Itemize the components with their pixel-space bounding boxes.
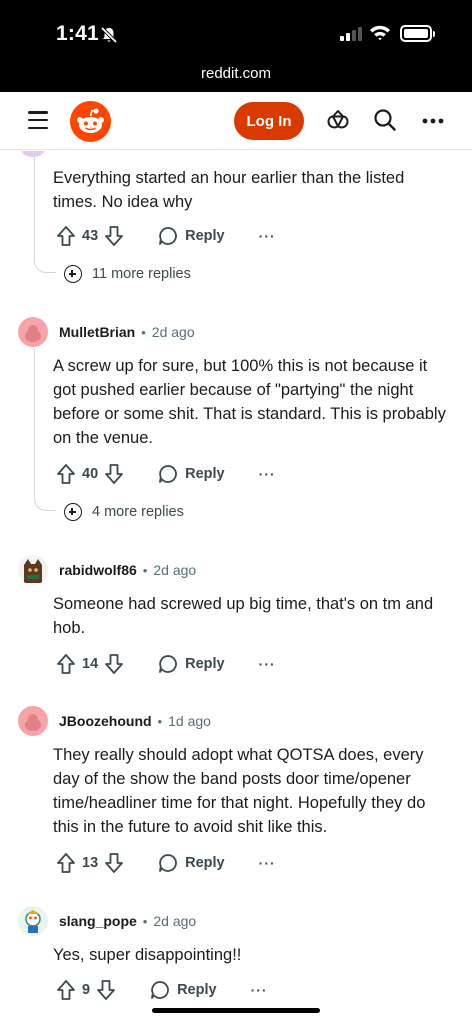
- separator-dot: •: [157, 713, 163, 729]
- avatar[interactable]: [18, 706, 48, 736]
- comment-body: They really should adopt what QOTSA does…: [53, 746, 426, 836]
- avatar[interactable]: [18, 555, 48, 585]
- comment-actions: 13 Reply ···: [56, 852, 276, 874]
- comment-body: A screw up for sure, but 100% this is no…: [53, 357, 446, 447]
- reddit-logo[interactable]: [70, 101, 111, 142]
- timestamp: 1d ago: [168, 713, 211, 729]
- comment-meta: MulletBrian • 2d ago: [18, 317, 195, 347]
- downvote-icon[interactable]: [96, 979, 116, 1001]
- author-name[interactable]: JBoozehound: [59, 713, 152, 729]
- more-replies-label: 11 more replies: [92, 266, 191, 282]
- comment-actions: 14 Reply ···: [56, 653, 276, 675]
- reply-label: Reply: [185, 466, 225, 482]
- expand-plus-icon: [64, 503, 82, 521]
- status-bar: 1:41 reddit.com: [0, 0, 472, 92]
- expand-plus-icon: [64, 265, 82, 283]
- bell-muted-icon: [100, 26, 118, 44]
- comment-more-button[interactable]: ···: [259, 228, 276, 244]
- author-name[interactable]: slang_pope: [59, 913, 137, 929]
- comment-body: Yes, super disappointing!!: [53, 946, 242, 964]
- reply-label: Reply: [185, 855, 225, 871]
- comment-actions: 40 Reply ···: [56, 463, 276, 485]
- score: 9: [82, 982, 91, 998]
- more-replies-button[interactable]: 4 more replies: [64, 503, 184, 521]
- thread-line: [34, 151, 56, 273]
- reply-label: Reply: [185, 656, 225, 672]
- reply-button[interactable]: Reply: [158, 654, 225, 674]
- comment-more-button[interactable]: ···: [259, 855, 276, 871]
- home-indicator[interactable]: [152, 1008, 320, 1013]
- reply-icon: [159, 227, 177, 245]
- timestamp: 2d ago: [153, 562, 197, 578]
- reply-button[interactable]: Reply: [158, 853, 225, 873]
- reddit-header: Log In: [0, 92, 472, 150]
- more-replies-button[interactable]: 11 more replies: [64, 265, 191, 283]
- comment-actions: 9 Reply ···: [56, 979, 268, 1001]
- separator-dot: •: [141, 324, 146, 340]
- downvote-icon[interactable]: [104, 225, 124, 247]
- comment-more-button[interactable]: ···: [259, 466, 276, 482]
- search-icon[interactable]: [373, 108, 397, 132]
- status-time: 1:41: [56, 22, 99, 45]
- wifi-icon: [370, 25, 390, 41]
- login-button[interactable]: Log In: [234, 102, 304, 140]
- downvote-icon[interactable]: [104, 852, 124, 874]
- reply-button[interactable]: Reply: [158, 464, 225, 484]
- thread-line: [34, 349, 56, 511]
- upvote-icon[interactable]: [56, 225, 76, 247]
- cell-signal-icon: [340, 26, 362, 41]
- timestamp: 2d ago: [151, 324, 195, 340]
- comment-meta: slang_pope • 2d ago: [18, 906, 196, 936]
- comment-more-button[interactable]: ···: [251, 982, 268, 998]
- score: 14: [82, 656, 99, 672]
- comment-more-button[interactable]: ···: [259, 656, 276, 672]
- reply-label: Reply: [185, 228, 225, 244]
- downvote-icon[interactable]: [104, 653, 124, 675]
- reply-button[interactable]: Reply: [158, 226, 225, 246]
- more-replies-label: 4 more replies: [92, 504, 184, 520]
- avatar[interactable]: [18, 906, 48, 936]
- comment-body: Someone had screwed up big time, that's …: [53, 595, 434, 637]
- separator-dot: •: [142, 913, 148, 929]
- upvote-icon[interactable]: [56, 852, 76, 874]
- author-name[interactable]: rabidwolf86: [59, 562, 137, 578]
- reply-icon: [159, 854, 177, 872]
- upvote-icon[interactable]: [56, 653, 76, 675]
- reply-button[interactable]: Reply: [150, 980, 217, 1000]
- separator-dot: •: [142, 562, 148, 578]
- reply-icon: [159, 655, 177, 673]
- author-name[interactable]: MulletBrian: [59, 324, 135, 340]
- comment-meta: rabidwolf86 • 2d ago: [18, 555, 196, 585]
- upvote-icon[interactable]: [56, 463, 76, 485]
- comment-actions: 43 Reply ···: [56, 225, 276, 247]
- comments-list: Everything started an hour earlier than …: [0, 151, 472, 1023]
- score: 43: [82, 228, 99, 244]
- score: 40: [82, 466, 99, 482]
- advertise-icon[interactable]: [326, 108, 350, 132]
- battery-icon: [400, 25, 435, 42]
- menu-icon[interactable]: [28, 111, 48, 129]
- reply-label: Reply: [177, 982, 217, 998]
- url-label[interactable]: reddit.com: [0, 65, 472, 82]
- avatar[interactable]: [18, 317, 48, 347]
- reply-icon: [159, 465, 177, 483]
- upvote-icon[interactable]: [56, 979, 76, 1001]
- score: 13: [82, 855, 99, 871]
- reply-icon: [151, 981, 169, 999]
- snoo-icon: [77, 108, 104, 133]
- downvote-icon[interactable]: [104, 463, 124, 485]
- timestamp: 2d ago: [153, 913, 197, 929]
- comment-meta: JBoozehound • 1d ago: [18, 706, 211, 736]
- more-options-icon[interactable]: [422, 118, 444, 124]
- comment-body: Everything started an hour earlier than …: [53, 169, 405, 211]
